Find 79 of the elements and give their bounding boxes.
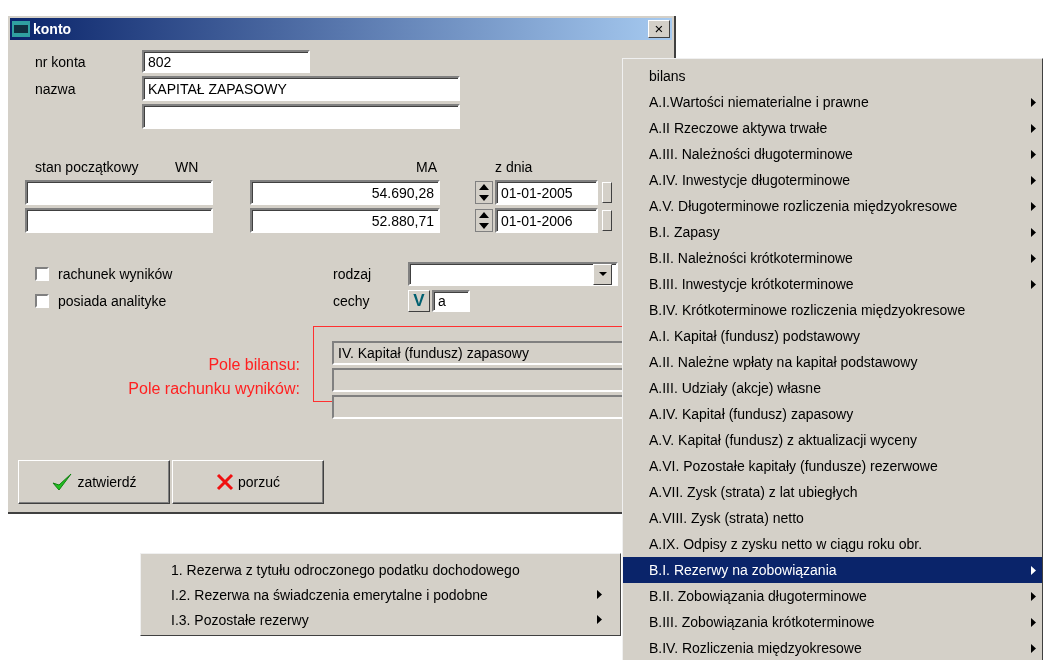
menu-item-label: I.3. Pozostałe rezerwy: [171, 611, 309, 628]
field-label: nazwa: [35, 80, 77, 97]
menu-item[interactable]: A.VIII. Zysk (strata) netto: [623, 505, 1042, 531]
menu-item-label: B.II. Zobowiązania długoterminowe: [649, 588, 867, 604]
menu-item[interactable]: A.IV. Kapitał (fundusz) zapasowy: [623, 401, 1042, 427]
date-field[interactable]: 01-01-2006: [495, 208, 598, 233]
checkbox-label: rachunek wyników: [58, 266, 174, 282]
cancel-button[interactable]: porzuć: [172, 460, 324, 504]
menu-item-label: I.2. Rezerwa na świadczenia emerytalne i podobne: [171, 586, 488, 603]
spinner-icon[interactable]: [475, 209, 493, 232]
date-picker-button[interactable]: [602, 210, 612, 231]
v-button[interactable]: V: [408, 290, 430, 312]
menu-item[interactable]: B.II. Zobowiązania długoterminowe: [623, 583, 1042, 609]
menu-item-label: A.III. Należności długoterminowe: [649, 146, 853, 162]
menu-item-label: B.I. Zapasy: [649, 224, 720, 240]
input-field[interactable]: [25, 208, 213, 233]
menu-item[interactable]: A.VII. Zysk (strata) z lat ubiegłych: [623, 479, 1042, 505]
column-label: WN: [175, 159, 200, 175]
menu-item[interactable]: B.I. Zapasy: [623, 219, 1042, 245]
menu-item-label: B.IV. Rozliczenia międzyokresowe: [649, 640, 862, 656]
menu-item-label: B.II. Należności krótkoterminowe: [649, 250, 853, 266]
menu-item[interactable]: I.3. Pozostałe rezerwy: [141, 607, 608, 632]
input-field[interactable]: [25, 180, 213, 205]
menu-item[interactable]: B.IV. Rozliczenia międzyokresowe: [623, 635, 1042, 660]
menu-item[interactable]: A.IV. Inwestycje długoterminowe: [623, 167, 1042, 193]
input-field[interactable]: 54.690,28: [250, 180, 440, 205]
field-label: cechy: [333, 293, 371, 309]
column-label: MA: [415, 159, 437, 175]
menu-item[interactable]: B.II. Należności krótkoterminowe: [623, 245, 1042, 271]
menu-item-label: A.I.Wartości niematerialne i prawne: [649, 94, 869, 110]
input-field[interactable]: [142, 104, 460, 129]
menu-item-label: B.I. Rezerwy na zobowiązania: [649, 562, 837, 578]
checkmark-icon: [51, 471, 74, 493]
menu-item-label: A.IV. Inwestycje długoterminowe: [649, 172, 851, 188]
menu-item[interactable]: B.III. Inwestycje krótkoterminowe: [623, 271, 1042, 297]
menu-item[interactable]: A.II Rzeczowe aktywa trwałe: [623, 115, 1042, 141]
menu-item-label: B.III. Zobowiązania krótkoterminowe: [649, 614, 875, 630]
menu-item[interactable]: A.III. Należności długoterminowe: [623, 141, 1042, 167]
date-picker-button[interactable]: [602, 182, 612, 203]
menu-item[interactable]: A.II. Należne wpłaty na kapitał podstawowy: [623, 349, 1042, 375]
dropdown-arrow-icon: [598, 272, 607, 276]
menu-item[interactable]: A.I.Wartości niematerialne i prawne: [623, 89, 1042, 115]
input-field[interactable]: a: [432, 290, 470, 312]
close-button[interactable]: ×: [648, 20, 670, 38]
input-field[interactable]: 802: [142, 50, 310, 73]
menu-item[interactable]: B.I. Rezerwy na zobowiązania: [623, 557, 1042, 583]
column-label: z dnia: [495, 159, 533, 175]
statement-field-label: Pole rachunku wyników:: [128, 380, 300, 398]
spinner-icon[interactable]: [475, 181, 493, 204]
close-icon: [216, 473, 234, 491]
menu-item[interactable]: B.IV. Krótkoterminowe rozliczenia międzyokresowe: [623, 297, 1042, 323]
checkbox[interactable]: [35, 294, 49, 308]
app-icon: [12, 21, 30, 37]
readonly-field: IV. Kapitał (fundusz) zapasowy: [332, 341, 624, 365]
confirm-button[interactable]: zatwierdź: [18, 460, 170, 504]
menu-item[interactable]: A.V. Kapitał (fundusz) z aktualizacji wyceny: [623, 427, 1042, 453]
menu-item[interactable]: 1. Rezerwa z tytułu odroczonego podatku dochodowego: [141, 557, 608, 582]
input-field[interactable]: KAPITAŁ ZAPASOWY: [142, 76, 460, 101]
dropdown-field[interactable]: [408, 262, 618, 286]
menu-item[interactable]: A.VI. Pozostałe kapitały (fundusze) rezerwowe: [623, 453, 1042, 479]
menu-item[interactable]: A.IX. Odpisy z zysku netto w ciągu roku obr.: [623, 531, 1042, 557]
menu-item-label: A.V. Długoterminowe rozliczenia międzyokresowe: [649, 198, 958, 214]
menu-item[interactable]: B.III. Zobowiązania krótkoterminowe: [623, 609, 1042, 635]
checkbox[interactable]: [35, 267, 49, 281]
checkbox-label: posiada analityke: [58, 293, 168, 309]
menu-item[interactable]: I.2. Rezerwa na świadczenia emerytalne i podobne: [141, 582, 608, 607]
menu-item[interactable]: A.III. Udziały (akcje) własne: [623, 375, 1042, 401]
menu-item[interactable]: A.V. Długoterminowe rozliczenia międzyokresowe: [623, 193, 1042, 219]
column-label: stan początkowy: [35, 159, 140, 175]
statement-field-label: Pole bilansu:: [208, 356, 300, 374]
menu-item-label: A.II Rzeczowe aktywa trwałe: [649, 120, 828, 136]
menu-item[interactable]: A.I. Kapitał (fundusz) podstawowy: [623, 323, 1042, 349]
menu-item[interactable]: bilans: [623, 63, 1042, 89]
menu-item-label: B.III. Inwestycje krótkoterminowe: [649, 276, 854, 292]
field-label: rodzaj: [333, 266, 373, 282]
date-field[interactable]: 01-01-2005: [495, 180, 598, 205]
field-label: nr konta: [35, 53, 87, 70]
input-field[interactable]: 52.880,71: [250, 208, 440, 233]
window-title: konto: [33, 21, 72, 37]
